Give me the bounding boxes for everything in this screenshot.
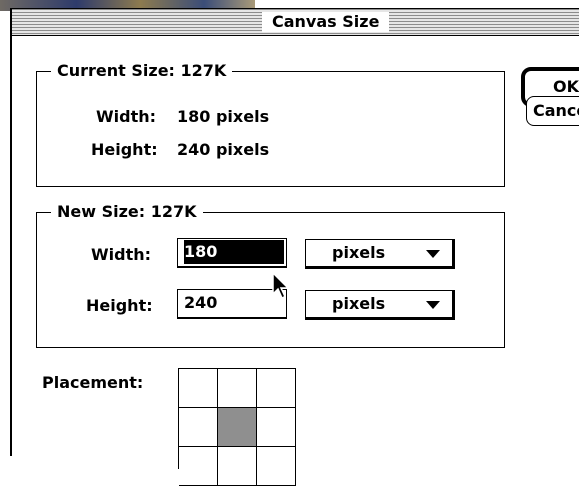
dialog-title: Canvas Size xyxy=(262,12,390,32)
current-size-group: Current Size: 127K xyxy=(36,61,505,187)
placement-cell-center[interactable] xyxy=(218,408,257,447)
placement-cell-top-left[interactable] xyxy=(179,369,218,408)
height-input[interactable]: 240 xyxy=(177,289,287,319)
new-size-group: New Size: 127K xyxy=(36,202,505,348)
current-height-label: Height: xyxy=(91,140,158,159)
new-height-label: Height: xyxy=(86,296,153,315)
placement-cell-bottom-right[interactable] xyxy=(257,447,296,486)
placement-cell-top-center[interactable] xyxy=(218,369,257,408)
height-unit-value: pixels xyxy=(332,294,386,313)
current-width-label: Width: xyxy=(96,107,157,126)
cancel-button[interactable]: Cancel xyxy=(526,96,579,126)
placement-cell-bottom-left[interactable] xyxy=(179,447,218,486)
new-width-label: Width: xyxy=(91,245,152,264)
placement-cell-top-right[interactable] xyxy=(257,369,296,408)
chevron-down-icon xyxy=(426,301,440,309)
chevron-down-icon xyxy=(426,250,440,258)
placement-cell-middle-left[interactable] xyxy=(179,408,218,447)
width-unit-select[interactable]: pixels xyxy=(305,239,455,269)
placement-grid xyxy=(178,368,296,486)
canvas-size-dialog: Canvas Size Current Size: 127K Width: 18… xyxy=(10,8,579,486)
title-bar[interactable]: Canvas Size xyxy=(12,9,579,36)
mouse-pointer-icon xyxy=(272,272,290,300)
height-unit-select[interactable]: pixels xyxy=(305,290,455,320)
height-input-value: 240 xyxy=(184,293,218,312)
placement-cell-bottom-center[interactable] xyxy=(218,447,257,486)
width-input-value: 180 xyxy=(184,240,284,264)
current-height-value: 240 pixels xyxy=(177,140,270,159)
width-input[interactable]: 180 xyxy=(177,238,287,268)
width-unit-value: pixels xyxy=(332,243,386,262)
placement-label: Placement: xyxy=(42,373,144,392)
current-width-value: 180 pixels xyxy=(177,107,270,126)
placement-cell-middle-right[interactable] xyxy=(257,408,296,447)
new-size-title: New Size: 127K xyxy=(51,202,203,222)
current-size-title: Current Size: 127K xyxy=(51,61,233,81)
